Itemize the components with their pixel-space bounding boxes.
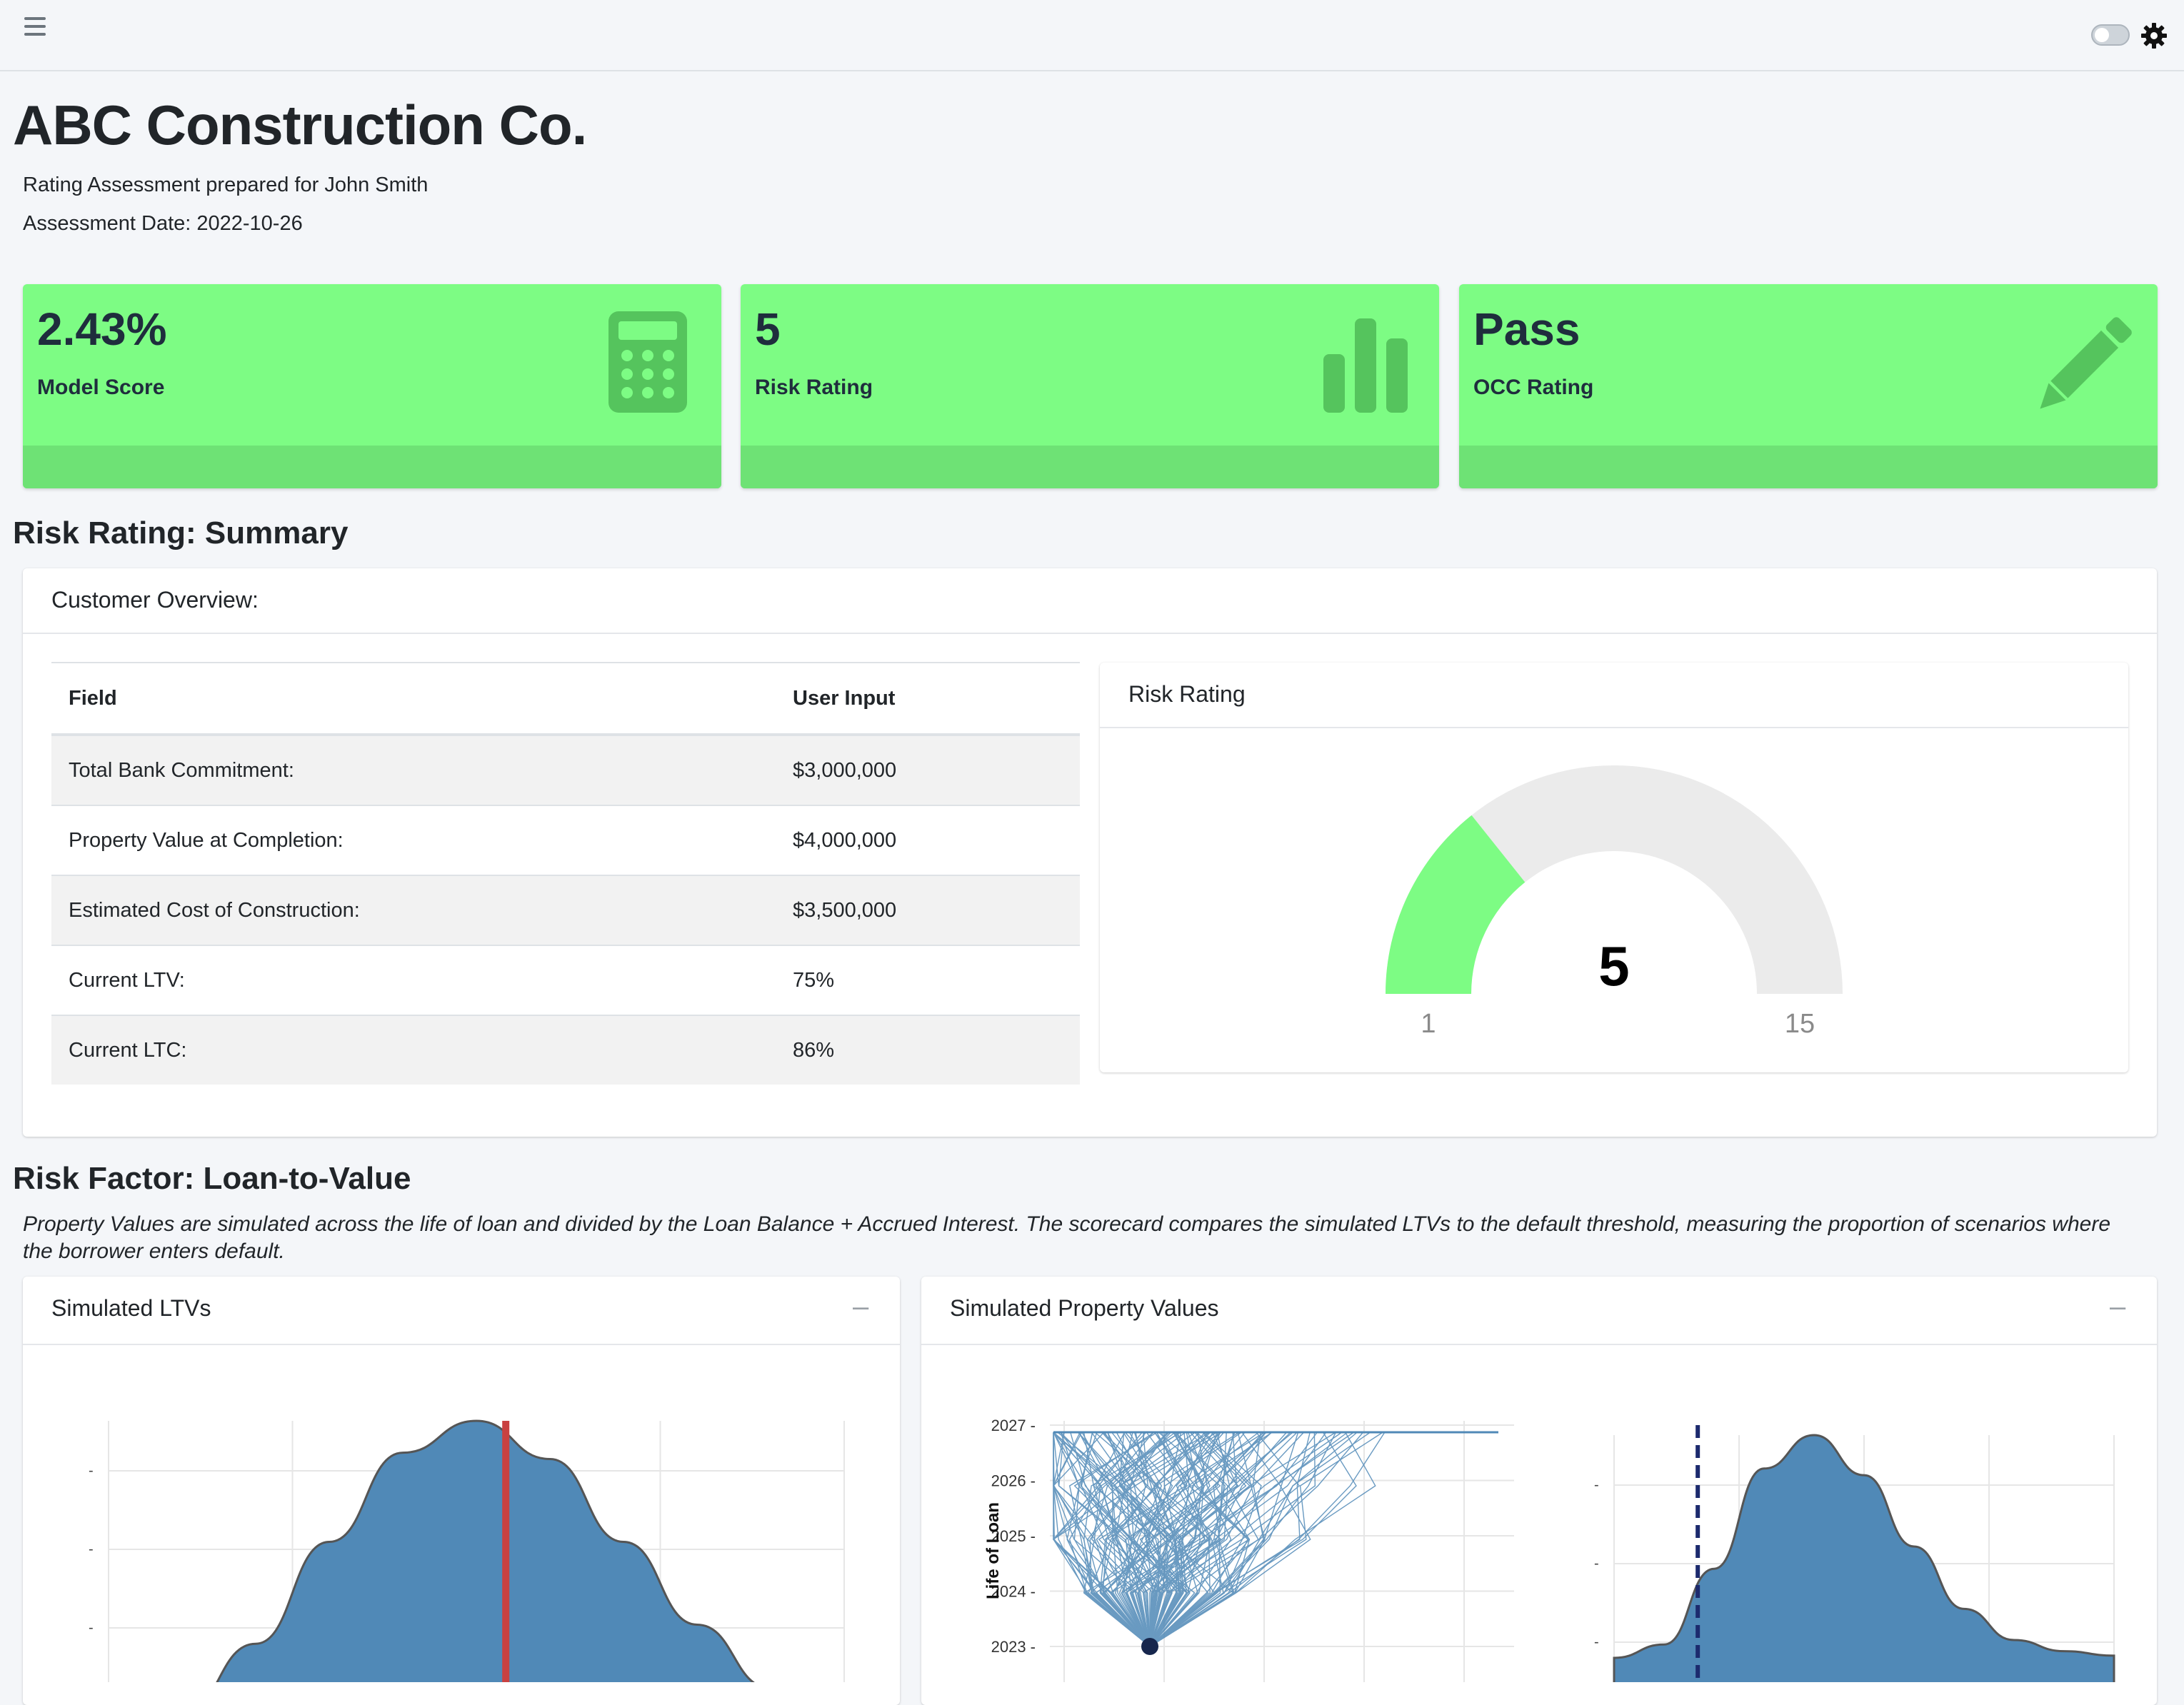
top-navbar bbox=[0, 0, 2184, 71]
page-title: ABC Construction Co. bbox=[13, 94, 587, 156]
prepared-for-text: Rating Assessment prepared for John Smit… bbox=[23, 173, 429, 196]
table-row: Current LTC: 86% bbox=[51, 1015, 1080, 1085]
table-header-row: Field User Input bbox=[51, 662, 1080, 736]
occ-rating-label: OCC Rating bbox=[1473, 376, 1594, 399]
assessment-date-text: Assessment Date: 2022-10-26 bbox=[23, 212, 303, 235]
y-tick-mark: - bbox=[1594, 1477, 1599, 1493]
table-cell: Current LTV: bbox=[51, 945, 776, 1015]
y-tick-mark: - bbox=[1594, 1556, 1599, 1571]
panel-divider bbox=[23, 633, 2157, 634]
risk-rating-gauge: 5 1 15 bbox=[1386, 765, 1843, 1039]
y-axis-label: Life of Loan bbox=[983, 1502, 1003, 1599]
table-cell: Estimated Cost of Construction: bbox=[51, 875, 776, 945]
card-footer bbox=[741, 446, 1439, 488]
toggle-knob bbox=[2095, 28, 2109, 42]
table-row: Current LTV: 75% bbox=[51, 945, 1080, 1015]
simulated-ltvs-chart: - - - bbox=[89, 1419, 845, 1682]
y-tick-label: 2023 - bbox=[991, 1638, 1036, 1656]
simulated-ltvs-title: Simulated LTVs bbox=[51, 1295, 211, 1321]
card-footer bbox=[23, 446, 721, 488]
y-tick-mark: - bbox=[1594, 1634, 1599, 1650]
table-cell: Total Bank Commitment: bbox=[51, 734, 776, 805]
table-row: Total Bank Commitment: $3,000,000 bbox=[51, 734, 1080, 805]
origin-marker bbox=[1141, 1638, 1158, 1655]
column-header-user-input: User Input bbox=[776, 662, 1080, 736]
model-score-card: 2.43% Model Score bbox=[23, 284, 721, 488]
panel-divider bbox=[23, 1344, 900, 1345]
table-cell: $3,500,000 bbox=[776, 875, 1080, 945]
pencil-icon bbox=[2040, 317, 2132, 409]
simulated-property-values-density-chart: - - - bbox=[1594, 1425, 2115, 1682]
table-cell: $3,000,000 bbox=[776, 734, 1080, 805]
density-area bbox=[216, 1419, 756, 1682]
customer-overview-table: Field User Input Total Bank Commitment: … bbox=[51, 662, 1080, 1085]
y-tick-label: 2026 - bbox=[991, 1472, 1036, 1490]
hamburger-icon[interactable] bbox=[24, 17, 46, 36]
table-cell: Property Value at Completion: bbox=[51, 805, 776, 875]
simulated-paths-chart: 2023 -2024 -2025 -2026 -2027 -Life of Lo… bbox=[983, 1417, 1514, 1682]
gear-icon[interactable] bbox=[2140, 21, 2168, 50]
table-cell: $4,000,000 bbox=[776, 805, 1080, 875]
panel-divider bbox=[921, 1344, 2157, 1345]
risk-rating-label: Risk Rating bbox=[755, 376, 873, 399]
model-score-label: Model Score bbox=[37, 376, 165, 399]
card-footer bbox=[1459, 446, 2158, 488]
simulated-property-values-title: Simulated Property Values bbox=[950, 1295, 1219, 1321]
gauge-min-label: 1 bbox=[1421, 1009, 1436, 1039]
gauge-max-label: 15 bbox=[1785, 1009, 1815, 1039]
ltv-description: Property Values are simulated across the… bbox=[23, 1212, 2111, 1263]
table-cell: 86% bbox=[776, 1015, 1080, 1085]
summary-heading: Risk Rating: Summary bbox=[13, 515, 349, 550]
bar-chart-icon bbox=[1323, 318, 1408, 413]
gauge-value: 5 bbox=[1598, 935, 1629, 997]
model-score-value: 2.43% bbox=[37, 303, 167, 355]
table-cell: 75% bbox=[776, 945, 1080, 1015]
y-tick-mark: - bbox=[89, 1541, 94, 1557]
table-cell: Current LTC: bbox=[51, 1015, 776, 1085]
collapse-button[interactable]: – bbox=[2110, 1291, 2125, 1323]
dark-mode-toggle[interactable] bbox=[2091, 24, 2130, 46]
y-tick-label: 2027 - bbox=[991, 1417, 1036, 1434]
simulation-paths bbox=[1052, 1432, 1386, 1647]
y-tick-mark: - bbox=[89, 1463, 94, 1479]
y-tick-mark: - bbox=[89, 1620, 94, 1636]
occ-rating-card: Pass OCC Rating bbox=[1459, 284, 2158, 488]
table-row: Estimated Cost of Construction: $3,500,0… bbox=[51, 875, 1080, 945]
table-row: Property Value at Completion: $4,000,000 bbox=[51, 805, 1080, 875]
customer-overview-title: Customer Overview: bbox=[51, 587, 259, 613]
collapse-button[interactable]: – bbox=[853, 1291, 868, 1323]
occ-rating-value: Pass bbox=[1473, 303, 1581, 355]
ltv-heading: Risk Factor: Loan-to-Value bbox=[13, 1161, 411, 1196]
risk-rating-card: 5 Risk Rating bbox=[741, 284, 1439, 488]
calculator-icon bbox=[608, 311, 687, 413]
risk-rating-value: 5 bbox=[755, 303, 781, 355]
gauge-panel-title: Risk Rating bbox=[1128, 681, 1246, 707]
column-header-field: Field bbox=[51, 662, 776, 736]
